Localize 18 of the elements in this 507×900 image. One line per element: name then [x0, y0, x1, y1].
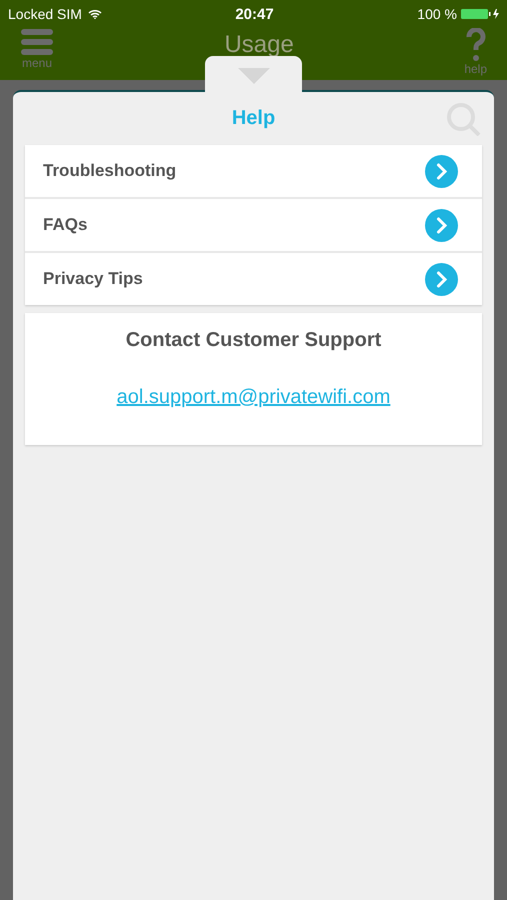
wifi-icon — [88, 9, 102, 19]
contact-heading: Contact Customer Support — [126, 329, 382, 352]
question-mark-icon — [466, 28, 486, 62]
help-list-item[interactable]: Troubleshooting — [25, 145, 482, 197]
chevron-circle-icon — [425, 208, 458, 242]
menu-icon — [20, 28, 54, 56]
panel-pull-tab[interactable] — [205, 56, 302, 92]
clock-time: 20:47 — [235, 6, 274, 22]
panel-title: Help — [232, 107, 276, 130]
battery-icon — [461, 8, 501, 20]
screen-title: Usage — [224, 31, 294, 59]
carrier-text: Locked SIM — [8, 6, 82, 22]
chevron-circle-icon — [425, 154, 458, 188]
chevron-circle-icon — [425, 262, 458, 296]
battery-percent: 100 % — [417, 6, 457, 22]
help-list-item[interactable]: FAQs — [25, 199, 482, 251]
triangle-down-icon — [238, 68, 270, 84]
help-list-item[interactable]: Privacy Tips — [25, 253, 482, 305]
